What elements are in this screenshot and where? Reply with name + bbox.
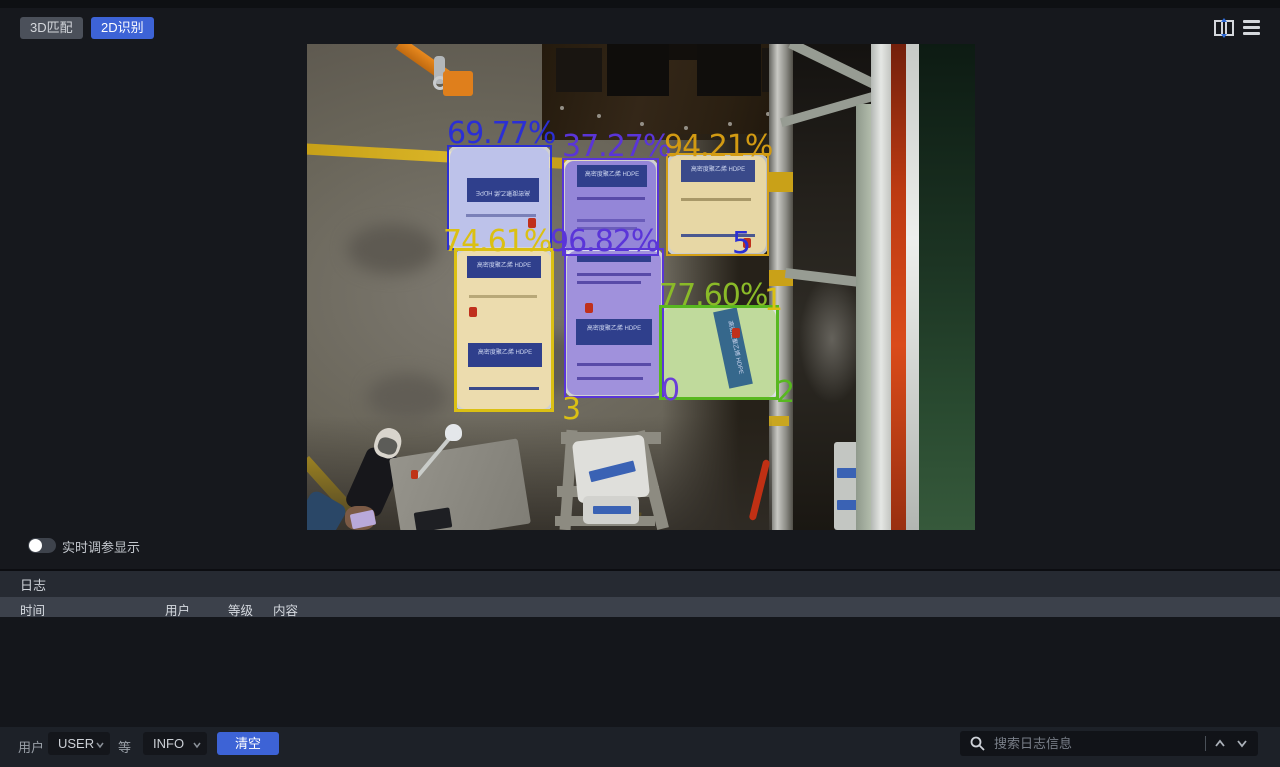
search-icon [970,736,985,751]
confidence-label: 37.27% [562,129,670,164]
ceiling-metal-plate [542,44,799,140]
chevron-down-icon [96,741,104,749]
detection-box [454,248,554,412]
search-divider [1205,736,1206,751]
floor-stain [347,224,437,274]
confidence-label: 94.21% [664,129,772,164]
detection-box [666,153,769,256]
white-door-frame [871,44,891,530]
detection-index-label: 1 [764,283,782,318]
detection-index-label: 2 [776,375,794,410]
antenna-rod-tag [445,424,462,441]
level-filter-value: INFO [153,736,184,751]
detection-index-label: 5 [732,226,750,261]
confidence-label: 96.82% [550,224,658,259]
search-next-icon[interactable] [1236,738,1248,749]
tab-2d-recognition[interactable]: 2D识别 [91,17,154,39]
user-filter-label: 用户 [18,737,44,756]
detection-index-label: 3 [562,392,580,427]
tab-3d-match[interactable]: 3D匹配 [20,17,83,39]
detection-index-label: 0 [661,373,679,408]
detection-box [564,248,664,398]
compare-panels-icon[interactable] [1213,18,1235,38]
white-plastic-bags [572,434,650,503]
clear-log-button[interactable]: 清空 [217,732,279,755]
log-panel-header [0,569,1280,597]
user-filter-value: USER [58,736,94,751]
vertical-beam [856,104,871,530]
level-filter-select[interactable]: INFO [143,732,207,755]
user-filter-select[interactable]: USER [48,732,110,755]
log-table-body [0,617,1280,727]
chevron-down-icon [193,741,201,749]
window-top-edge [0,0,1280,8]
menu-icon[interactable] [1243,18,1265,38]
level-filter-label: 等 [118,737,131,756]
antenna-rod-tip [411,470,418,479]
app-window: 3D匹配 2D识别 [0,0,1280,767]
white-plastic-bags [583,496,639,524]
confidence-label: 74.61% [443,224,551,259]
post-yellow-tape [769,172,793,192]
log-panel-title: 日志 [20,575,46,594]
green-door-panel [919,44,975,530]
red-door-strip [891,44,906,530]
log-search-box [960,731,1258,756]
confidence-label: 77.60% [659,278,767,313]
toggle-knob [29,539,42,552]
search-prev-icon[interactable] [1214,738,1226,749]
confidence-label: 69.77% [447,116,555,151]
robot-arm-bracket [443,71,473,96]
camera-image: 高密度聚乙烯 HDPE 高密度聚乙烯 HDPE 高密度聚乙烯 HDPE 高密度聚… [307,44,975,530]
post-yellow-tape [769,416,789,426]
white-door-strip [906,44,919,530]
log-table-header [0,597,1280,617]
realtime-param-toggle[interactable] [28,538,56,553]
floor-stain [367,374,447,420]
log-search-input[interactable] [994,732,1154,754]
realtime-param-toggle-label: 实时调参显示 [62,537,140,556]
